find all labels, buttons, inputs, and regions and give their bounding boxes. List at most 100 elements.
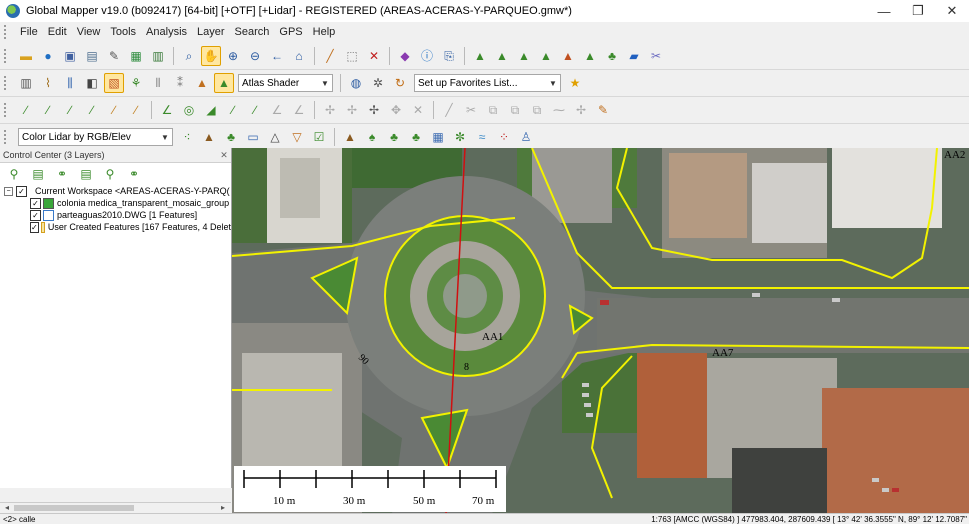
scrollbar-thumb[interactable] bbox=[14, 505, 134, 511]
lidar-classify-icon[interactable]: ♣ bbox=[221, 127, 241, 147]
class-noise-icon[interactable]: ⁘ bbox=[494, 127, 514, 147]
export-icon[interactable]: ▤ bbox=[82, 46, 102, 66]
lidar-monitor-icon[interactable]: ▭ bbox=[243, 127, 263, 147]
map-view[interactable]: AA1 AA7 AA2 8 90 10 m 30 m 50 m 70 m bbox=[232, 148, 969, 514]
shader-select[interactable]: Atlas Shader ▼ bbox=[238, 74, 333, 92]
pencil-icon[interactable]: ✎ bbox=[593, 100, 613, 120]
offset-icon[interactable]: ⁓ bbox=[549, 100, 569, 120]
split-icon[interactable]: ⫼ bbox=[60, 73, 80, 93]
menu-analysis[interactable]: Analysis bbox=[141, 26, 192, 38]
layer-checkbox[interactable]: ✓ bbox=[30, 221, 39, 233]
refresh-icon[interactable]: ↻ bbox=[390, 73, 410, 93]
draw-line-4-icon[interactable]: ∕ bbox=[82, 100, 102, 120]
move-icon[interactable]: ✥ bbox=[386, 100, 406, 120]
vertex-icon[interactable]: ∠ bbox=[267, 100, 287, 120]
terrain-6-icon[interactable]: ▲ bbox=[580, 46, 600, 66]
menu-gps[interactable]: GPS bbox=[274, 26, 307, 38]
aerial-map[interactable]: AA1 AA7 AA2 8 90 10 m 30 m 50 m 70 m bbox=[232, 148, 969, 514]
layer-add-icon[interactable]: ▤ bbox=[29, 165, 47, 183]
measure-icon[interactable]: ╱ bbox=[320, 46, 340, 66]
layout-icon[interactable]: ▥ bbox=[16, 73, 36, 93]
layer-tree-scrollbar[interactable]: ◂ ▸ bbox=[0, 502, 231, 513]
layer-link-icon[interactable]: ⚭ bbox=[53, 165, 71, 183]
lidar-check-icon[interactable]: ☑ bbox=[309, 127, 329, 147]
terrain-2-icon[interactable]: ▲ bbox=[492, 46, 512, 66]
split-line-icon[interactable]: ✕ bbox=[408, 100, 428, 120]
full-view-icon[interactable]: ⌂ bbox=[289, 46, 309, 66]
grid-icon[interactable]: ⫴ bbox=[148, 73, 168, 93]
open-folder-icon[interactable]: ▬ bbox=[16, 46, 36, 66]
atlas-shader-icon[interactable]: ▲ bbox=[214, 73, 234, 93]
draw-line-3-icon[interactable]: ∕ bbox=[60, 100, 80, 120]
tree-icon[interactable]: ♣ bbox=[602, 46, 622, 66]
connect-icon[interactable]: ⧉ bbox=[505, 100, 525, 120]
config-icon[interactable]: ✎ bbox=[104, 46, 124, 66]
class-ground-icon[interactable]: ▲ bbox=[340, 127, 360, 147]
collapse-icon[interactable]: − bbox=[4, 186, 13, 196]
hillshade-icon[interactable]: ▧ bbox=[104, 73, 124, 93]
select-icon[interactable]: ⬚ bbox=[342, 46, 362, 66]
class-tree-icon[interactable]: ♣ bbox=[406, 127, 426, 147]
class-vegetation-icon[interactable]: ♠ bbox=[362, 127, 382, 147]
settings-icon[interactable]: ✲ bbox=[368, 73, 388, 93]
toolbar-grip[interactable] bbox=[4, 49, 9, 63]
class-building-icon[interactable]: ▦ bbox=[428, 127, 448, 147]
online-data-icon[interactable]: ● bbox=[38, 46, 58, 66]
overview-icon[interactable]: ▥ bbox=[148, 46, 168, 66]
tool-icon[interactable]: ✂ bbox=[646, 46, 666, 66]
add-vertex-icon[interactable]: ✢ bbox=[571, 100, 591, 120]
toolbar-grip[interactable] bbox=[4, 103, 9, 117]
zoom-out-icon[interactable]: ⊖ bbox=[245, 46, 265, 66]
control-center-icon[interactable]: ▦ bbox=[126, 46, 146, 66]
draw-line-6-icon[interactable]: ∕ bbox=[126, 100, 146, 120]
layer-row[interactable]: ✓ User Created Features [167 Features, 4… bbox=[0, 221, 231, 233]
terrain-3-icon[interactable]: ▲ bbox=[514, 46, 534, 66]
toolbar-grip[interactable] bbox=[4, 76, 9, 90]
lidar-triangle-icon[interactable]: △ bbox=[265, 127, 285, 147]
circle-tool-icon[interactable]: ◎ bbox=[179, 100, 199, 120]
menu-search[interactable]: Search bbox=[230, 26, 275, 38]
lidar-color-select[interactable]: Color Lidar by RGB/Elev ▼ bbox=[18, 128, 173, 146]
zoom-box-icon[interactable]: ⌕ bbox=[179, 46, 199, 66]
layer-up-icon[interactable]: ▤ bbox=[77, 165, 95, 183]
zoom-in-icon[interactable]: ⊕ bbox=[223, 46, 243, 66]
vertex-2-icon[interactable]: ∠ bbox=[289, 100, 309, 120]
info-icon[interactable]: ⓘ bbox=[417, 46, 437, 66]
terrain-4-icon[interactable]: ▲ bbox=[536, 46, 556, 66]
edit-area-icon[interactable]: ∕ bbox=[223, 100, 243, 120]
pan-icon[interactable]: ✋ bbox=[201, 46, 221, 66]
path-profile-icon[interactable]: ⌇ bbox=[38, 73, 58, 93]
menu-view[interactable]: View bbox=[72, 26, 106, 38]
lidar-points-icon[interactable]: ⁖ bbox=[177, 127, 197, 147]
restore-button[interactable]: ❐ bbox=[901, 0, 935, 22]
menu-help[interactable]: Help bbox=[308, 26, 341, 38]
buffer-icon[interactable]: ⧉ bbox=[527, 100, 547, 120]
layer-row[interactable]: ✓ parteaguas2010.DWG [1 Features] bbox=[0, 209, 231, 221]
minimize-button[interactable]: — bbox=[867, 0, 901, 22]
delete-icon[interactable]: ✕ bbox=[364, 46, 384, 66]
menu-grip[interactable] bbox=[4, 25, 9, 39]
menu-tools[interactable]: Tools bbox=[105, 26, 141, 38]
snap-icon[interactable]: ✢ bbox=[320, 100, 340, 120]
draw-line-icon[interactable]: ∕ bbox=[16, 100, 36, 120]
layer-checkbox[interactable]: ✓ bbox=[30, 197, 41, 209]
edit-line-icon[interactable]: ∠ bbox=[157, 100, 177, 120]
scroll-left-icon[interactable]: ◂ bbox=[2, 503, 12, 513]
workspace-checkbox[interactable]: ✓ bbox=[16, 185, 27, 197]
save-icon[interactable]: ▣ bbox=[60, 46, 80, 66]
workspace-row[interactable]: − ✓ Current Workspace <AREAS-ACERAS-Y-PA… bbox=[0, 185, 231, 197]
view-3d-icon[interactable]: ◧ bbox=[82, 73, 102, 93]
vegetation-icon[interactable]: ⚘ bbox=[126, 73, 146, 93]
lidar-terrain-icon[interactable]: ▲ bbox=[199, 127, 219, 147]
layer-row[interactable]: ✓ colonia medica_transparent_mosaic_grou… bbox=[0, 197, 231, 209]
terrain-5-icon[interactable]: ▲ bbox=[558, 46, 578, 66]
class-tower-icon[interactable]: ✼ bbox=[450, 127, 470, 147]
menu-layer[interactable]: Layer bbox=[192, 26, 230, 38]
globe-icon[interactable]: ◍ bbox=[346, 73, 366, 93]
layer-remove-icon[interactable]: ⚭ bbox=[125, 165, 143, 183]
layer-checkbox[interactable]: ✓ bbox=[30, 209, 41, 221]
layer-options-icon[interactable]: ⚲ bbox=[5, 165, 23, 183]
snap-3-icon[interactable]: ✢ bbox=[364, 100, 384, 120]
draw-line-2-icon[interactable]: ∕ bbox=[38, 100, 58, 120]
digitizer-icon[interactable]: ◆ bbox=[395, 46, 415, 66]
